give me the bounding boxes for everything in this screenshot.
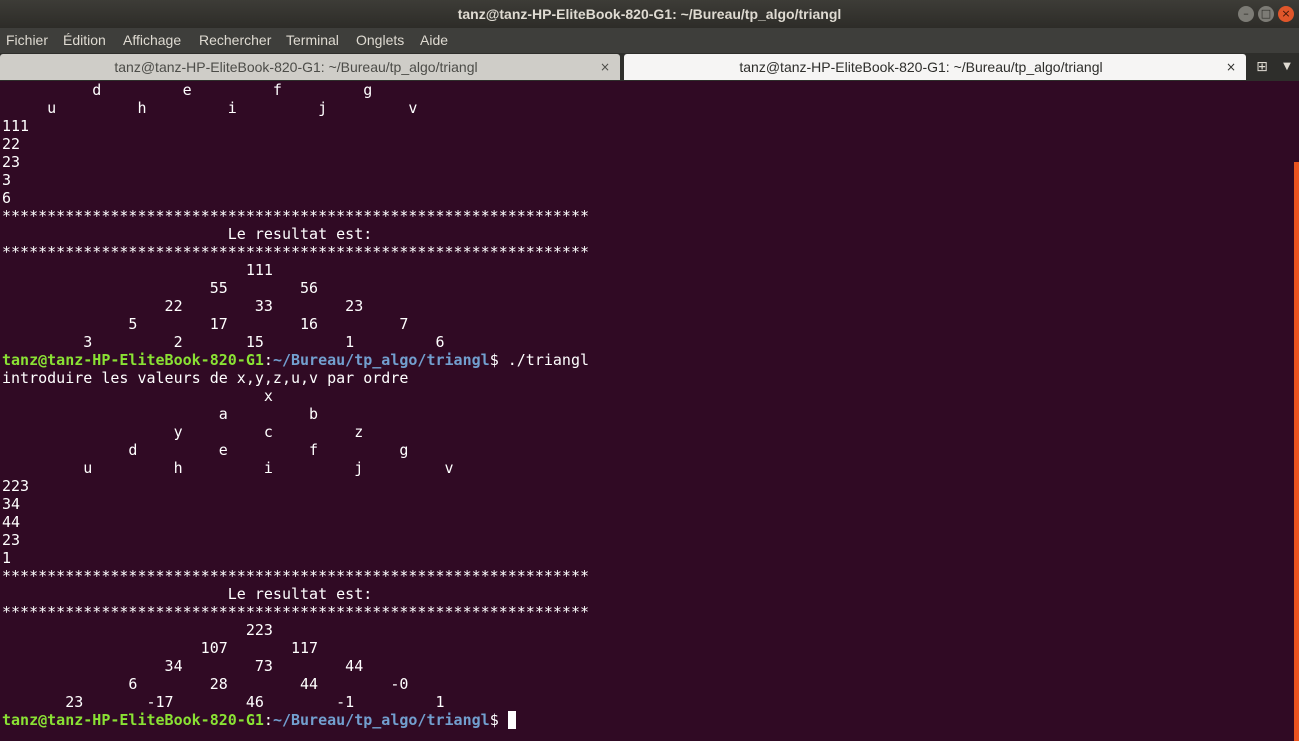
menu-onglets[interactable]: Onglets [356, 28, 404, 53]
output-line: 1 [2, 549, 12, 567]
tab-2[interactable]: tanz@tanz-HP-EliteBook-820-G1: ~/Bureau/… [624, 54, 1246, 80]
output-line: 44 [2, 513, 21, 531]
output-line: 6 [2, 189, 12, 207]
maximize-button[interactable]: □ [1258, 6, 1274, 22]
output-line: 23 -17 46 -1 1 [2, 693, 445, 711]
output-line: d e f g [2, 441, 409, 459]
output-line: 3 2 15 1 6 [2, 333, 445, 351]
tab-label: tanz@tanz-HP-EliteBook-820-G1: ~/Bureau/… [739, 59, 1103, 75]
output-line: x [2, 387, 273, 405]
menu-edition[interactable]: Édition [63, 28, 106, 53]
output-line: ****************************************… [2, 243, 589, 261]
menu-fichier[interactable]: Fichier [6, 28, 48, 53]
prompt-symbol: $ [489, 711, 508, 729]
output-line: 55 56 [2, 279, 319, 297]
terminal-output[interactable]: d e f g u h i j v 111 22 23 3 6 **************… [0, 81, 1292, 741]
command-text: ./triangl [507, 351, 590, 369]
output-line: a b [2, 405, 319, 423]
menu-affichage[interactable]: Affichage [123, 28, 181, 53]
close-icon[interactable]: × [1224, 54, 1238, 80]
output-line: 6 28 44 -0 [2, 675, 409, 693]
output-line: 34 [2, 495, 21, 513]
menu-rechercher[interactable]: Rechercher [199, 28, 271, 53]
output-line: u h i j v [2, 459, 454, 477]
prompt-colon: : [263, 711, 273, 729]
prompt-symbol: $ [489, 351, 508, 369]
prompt-line: tanz@tanz-HP-EliteBook-820-G1:~/Bureau/t… [2, 351, 589, 369]
new-tab-icon[interactable]: ⊞ [1250, 54, 1274, 80]
output-line: d e f g [2, 81, 373, 99]
output-line: ****************************************… [2, 567, 589, 585]
output-line: ****************************************… [2, 207, 589, 225]
output-line: introduire les valeurs de x,y,z,u,v par … [2, 369, 409, 387]
output-line: ****************************************… [2, 603, 589, 621]
output-line: 111 [2, 261, 273, 279]
close-icon[interactable]: × [598, 54, 612, 80]
output-line: 111 [2, 117, 30, 135]
output-line: 23 [2, 153, 21, 171]
output-line: y c z [2, 423, 364, 441]
prompt-user-host: tanz@tanz-HP-EliteBook-820-G1 [2, 351, 264, 369]
output-line: 107 117 [2, 639, 319, 657]
output-line: 22 33 23 [2, 297, 364, 315]
tab-bar: tanz@tanz-HP-EliteBook-820-G1: ~/Bureau/… [0, 53, 1299, 81]
close-window-button[interactable]: × [1278, 6, 1294, 22]
terminal-window: tanz@tanz-HP-EliteBook-820-G1: ~/Bureau/… [0, 0, 1299, 741]
output-line: 223 [2, 621, 273, 639]
prompt-path: ~/Bureau/tp_algo/triangl [272, 711, 490, 729]
minimize-button[interactable]: – [1238, 6, 1254, 22]
output-line: 5 17 16 7 [2, 315, 409, 333]
title-bar: tanz@tanz-HP-EliteBook-820-G1: ~/Bureau/… [0, 0, 1299, 28]
chevron-down-icon[interactable]: ▼ [1278, 54, 1296, 80]
output-line: 3 [2, 171, 12, 189]
output-line: 34 73 44 [2, 657, 364, 675]
prompt-user-host: tanz@tanz-HP-EliteBook-820-G1 [2, 711, 264, 729]
scrollbar-thumb[interactable] [1294, 162, 1299, 741]
menu-bar: Fichier Édition Affichage Rechercher Ter… [0, 28, 1299, 53]
window-title: tanz@tanz-HP-EliteBook-820-G1: ~/Bureau/… [457, 6, 842, 22]
output-line: 22 [2, 135, 21, 153]
prompt-colon: : [263, 351, 273, 369]
prompt-line: tanz@tanz-HP-EliteBook-820-G1:~/Bureau/t… [2, 711, 516, 729]
menu-aide[interactable]: Aide [420, 28, 448, 53]
output-line: Le resultat est: [2, 225, 373, 243]
output-line: u h i j v [2, 99, 418, 117]
tab-1[interactable]: tanz@tanz-HP-EliteBook-820-G1: ~/Bureau/… [0, 54, 620, 80]
output-line: 23 [2, 531, 21, 549]
text-cursor [507, 711, 516, 729]
menu-terminal[interactable]: Terminal [286, 28, 339, 53]
output-line: Le resultat est: [2, 585, 373, 603]
output-line: 223 [2, 477, 30, 495]
tab-label: tanz@tanz-HP-EliteBook-820-G1: ~/Bureau/… [114, 59, 478, 75]
prompt-path: ~/Bureau/tp_algo/triangl [272, 351, 490, 369]
